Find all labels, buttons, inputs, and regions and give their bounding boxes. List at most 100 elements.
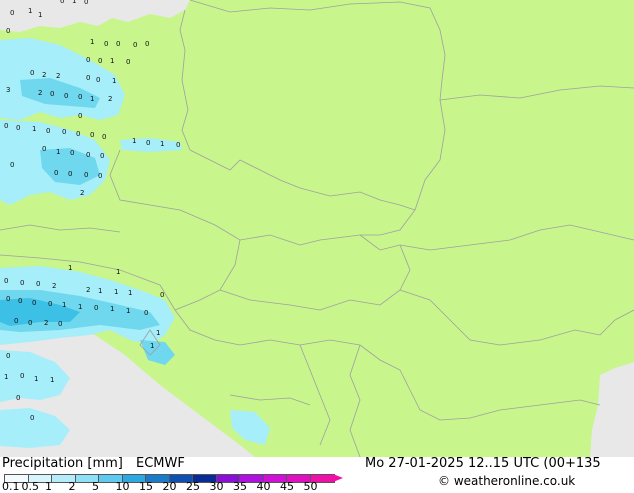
precip-value-label: 1 bbox=[126, 307, 130, 315]
precip-value-label: 0 bbox=[160, 291, 164, 299]
scale-label: 40 bbox=[256, 480, 271, 493]
precip-value-label: 1 bbox=[4, 373, 8, 381]
precip-value-label: 1 bbox=[78, 303, 82, 311]
scale-label: 25 bbox=[186, 480, 200, 493]
precip-value-label: 0 bbox=[32, 299, 36, 307]
precip-value-label: 1 bbox=[62, 301, 66, 309]
precip-value-label: 1 bbox=[156, 329, 160, 337]
precip-value-label: 0 bbox=[20, 279, 24, 287]
precip-value-label: 1 bbox=[128, 289, 132, 297]
precip-value-label: 2 bbox=[42, 71, 46, 79]
precip-value-label: 0 bbox=[145, 40, 149, 48]
precip-value-label: 0 bbox=[18, 297, 22, 305]
precip-value-label: 1 bbox=[150, 342, 154, 350]
precip-value-label: 2 bbox=[80, 189, 84, 197]
precip-value-label: 2 bbox=[44, 319, 48, 327]
precip-value-label: 0 bbox=[16, 124, 20, 132]
precip-value-label: 0 bbox=[30, 414, 34, 422]
forecast-datetime: Mo 27-01-2025 12..15 UTC (00+135 bbox=[365, 456, 601, 471]
precip-value-label: 0 bbox=[86, 74, 90, 82]
scale-label: 50 bbox=[303, 480, 318, 493]
scale-label: 5 bbox=[92, 480, 99, 493]
precip-value-label: 0 bbox=[98, 172, 102, 180]
precip-value-label: 0 bbox=[20, 372, 24, 380]
precip-value-label: 1 bbox=[110, 57, 114, 65]
precip-value-label: 1 bbox=[112, 77, 116, 85]
precip-value-label: 1 bbox=[56, 148, 60, 156]
scale-arrow-icon bbox=[333, 474, 343, 482]
scale-label: 0.5 bbox=[21, 480, 40, 493]
precip-value-label: 0 bbox=[70, 149, 74, 157]
scale-label: 15 bbox=[139, 480, 153, 493]
precip-value-label: 1 bbox=[72, 0, 76, 5]
precip-value-label: 0 bbox=[48, 300, 52, 308]
precip-value-label: 0 bbox=[144, 309, 148, 317]
precip-value-label: 1 bbox=[32, 125, 36, 133]
scale-label: 45 bbox=[280, 480, 294, 493]
precip-value-label: 1 bbox=[132, 137, 136, 145]
precip-value-label: 0 bbox=[4, 277, 8, 285]
precip-value-label: 0 bbox=[146, 139, 150, 147]
precip-value-label: 0 bbox=[100, 152, 104, 160]
precip-value-label: 1 bbox=[34, 375, 38, 383]
scale-label: 35 bbox=[233, 480, 247, 493]
precip-value-label: 0 bbox=[14, 317, 18, 325]
precip-value-label: 2 bbox=[86, 286, 90, 294]
precip-value-label: 0 bbox=[76, 130, 80, 138]
scale-label: 10 bbox=[115, 480, 130, 493]
precipitation-map: 0100110100000010022001320001200010000010… bbox=[0, 0, 634, 458]
precip-value-label: 0 bbox=[133, 41, 137, 49]
precip-value-label: 0 bbox=[36, 280, 40, 288]
precip-value-label: 0 bbox=[84, 171, 88, 179]
scale-label: 20 bbox=[162, 480, 177, 493]
model-name: ECMWF bbox=[136, 456, 185, 471]
precip-value-label: 0 bbox=[42, 145, 46, 153]
precip-value-label: 1 bbox=[116, 268, 120, 276]
precip-value-label: 0 bbox=[98, 57, 102, 65]
map-canvas: 0 1 00 1 101 0 0 0 00 0 1 00 2 2 0 0 13 2 0 0 0 1 200 0 1 0 0 0 0 0 1 0… bbox=[0, 0, 634, 458]
precip-value-label: 0 bbox=[126, 58, 130, 66]
precip-value-label: 0 bbox=[28, 319, 32, 327]
precip-value-label: 0 bbox=[58, 320, 62, 328]
precip-value-label: 2 bbox=[38, 89, 42, 97]
precip-value-label: 1 bbox=[98, 287, 102, 295]
precip-value-label: 0 bbox=[60, 0, 64, 5]
precip-value-label: 0 bbox=[176, 141, 180, 149]
map-footer: Precipitation [mm] ECMWF Mo 27-01-2025 1… bbox=[0, 456, 634, 493]
precip-value-label: 0 bbox=[6, 295, 10, 303]
precip-value-label: 0 bbox=[84, 0, 88, 6]
precip-value-label: 0 bbox=[62, 128, 66, 136]
precip-value-label: 0 bbox=[90, 131, 94, 139]
precip-value-label: 0 bbox=[6, 27, 10, 35]
scale-label: 0.1 bbox=[2, 480, 20, 493]
precip-value-label: 0 bbox=[78, 93, 82, 101]
precip-value-label: 0 bbox=[46, 127, 50, 135]
precip-value-label: 0 bbox=[10, 161, 14, 169]
precip-value-label: 0 bbox=[86, 151, 90, 159]
precip-value-label: 0 bbox=[104, 40, 108, 48]
precip-value-label: 0 bbox=[6, 352, 10, 360]
precip-value-label: 1 bbox=[114, 288, 118, 296]
precip-value-label: 0 bbox=[54, 169, 58, 177]
precip-value-label: 1 bbox=[28, 7, 32, 15]
legend-title: Precipitation [mm] bbox=[2, 456, 123, 471]
credit-text: © weatheronline.co.uk bbox=[438, 474, 576, 488]
precip-value-label: 1 bbox=[90, 95, 94, 103]
precip-value-label: 0 bbox=[78, 112, 82, 120]
precip-value-label: 1 bbox=[68, 264, 72, 272]
precip-value-label: 0 bbox=[116, 40, 120, 48]
precip-value-label: 0 bbox=[10, 9, 14, 17]
precip-value-label: 0 bbox=[102, 133, 106, 141]
precip-value-label: 0 bbox=[68, 170, 72, 178]
precip-value-label: 3 bbox=[6, 86, 10, 94]
precip-value-label: 2 bbox=[56, 72, 60, 80]
scale-label: 30 bbox=[209, 480, 224, 493]
precip-value-label: 0 bbox=[50, 90, 54, 98]
precip-value-label: 0 bbox=[94, 304, 98, 312]
precip-value-label: 0 bbox=[4, 122, 8, 130]
precip-value-label: 2 bbox=[52, 282, 56, 290]
precip-value-label: 0 bbox=[16, 394, 20, 402]
scale-label: 2 bbox=[68, 480, 76, 493]
precip-value-label: 2 bbox=[108, 95, 112, 103]
scale-label: 1 bbox=[45, 480, 52, 493]
